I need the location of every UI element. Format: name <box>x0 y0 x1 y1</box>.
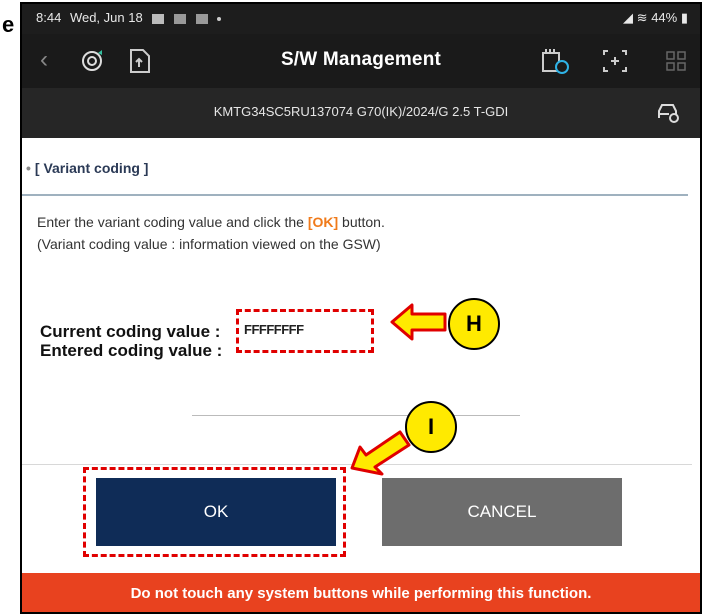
arrow-h <box>390 303 447 341</box>
arrow-i <box>350 430 411 476</box>
annotation-arrows <box>350 303 447 476</box>
callout-h: H <box>448 298 500 350</box>
callout-i: I <box>405 401 457 453</box>
